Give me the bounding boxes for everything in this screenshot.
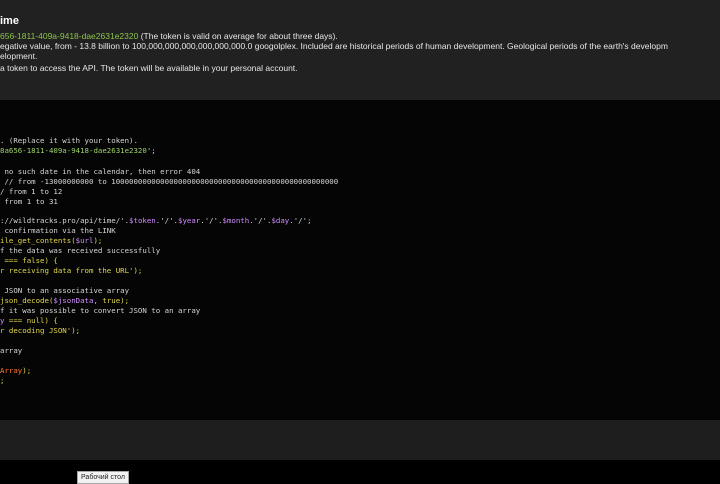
code-line: from 1 to 31	[0, 197, 58, 206]
code-variable: $year	[178, 216, 201, 225]
code-line: Array);	[0, 366, 31, 375]
code-line: ://wildtracks.pro/api/time/'.$token.'/'.…	[0, 216, 312, 225]
api-token[interactable]: 656-1811-409a-9418-dae2631e2320	[0, 31, 138, 41]
code-text: .'/';	[289, 216, 312, 225]
code-line: JSON to an associative array	[0, 286, 130, 295]
code-variable: $token	[129, 216, 156, 225]
code-line: y === null) {	[0, 316, 58, 325]
code-variable: $jsonData	[53, 296, 94, 305]
code-line: confirmation via the LINK	[0, 226, 116, 235]
code-line: / from 1 to 12	[0, 187, 63, 196]
code-variable: $url	[75, 236, 94, 245]
code-line: . (Replace it with your token).	[0, 136, 138, 145]
code-text: .'/'.	[249, 216, 272, 225]
code-line: // from -13000000000 to 1000000000000000…	[0, 177, 339, 186]
code-line: ile_get_contents($url);	[0, 236, 102, 245]
code-line: f the data was received successfully	[0, 246, 161, 255]
page-title: ime	[0, 15, 19, 27]
code-text: );	[22, 366, 32, 375]
code-variable: Array	[0, 366, 23, 375]
desktop-tooltip: Рабочий стол	[77, 471, 129, 484]
code-line: no such date in the calendar, then error…	[0, 167, 201, 176]
code-line: ;	[0, 376, 5, 385]
token-instructions: a token to access the API. The token wil…	[0, 63, 298, 73]
code-text: === null) {	[4, 316, 58, 325]
code-text: === false) {	[0, 256, 58, 265]
code-block: . (Replace it with your token). 8a656-18…	[0, 100, 720, 420]
footer-panel	[0, 420, 720, 460]
code-line: 8a656-1811-409a-9418-dae2631e2320';	[0, 146, 156, 155]
code-line: r receiving data from the URL');	[0, 266, 143, 275]
code-line: === false) {	[0, 256, 58, 265]
info-panel: ime 656-1811-409a-9418-dae2631e2320 (The…	[0, 0, 720, 100]
code-line: f it was possible to convert JSON to an …	[0, 306, 201, 315]
token-line: 656-1811-409a-9418-dae2631e2320 (The tok…	[0, 31, 338, 41]
code-text: .'/'.	[155, 216, 178, 225]
code-text: ://wildtracks.pro/api/time/'.	[0, 216, 130, 225]
code-line: r decoding JSON');	[0, 326, 81, 335]
code-variable: $month	[222, 216, 250, 225]
code-line: json_decode($jsonData, true);	[0, 296, 129, 305]
range-description-cont: elopment.	[0, 51, 38, 61]
code-variable: $day	[271, 216, 290, 225]
code-function: ile_get_contents(	[0, 236, 76, 245]
code-text: , true);	[93, 296, 130, 305]
code-text: .'/'.	[200, 216, 223, 225]
code-text: );	[93, 236, 103, 245]
token-note: (The token is valid on average for about…	[138, 31, 338, 41]
code-token-value: 8a656-1811-409a-9418-dae2631e2320	[0, 146, 147, 155]
code-text: ';	[146, 146, 156, 155]
range-description: egative value, from - 13.8 billion to 10…	[0, 41, 668, 51]
code-function: json_decode(	[0, 296, 54, 305]
code-line: array	[0, 346, 23, 355]
